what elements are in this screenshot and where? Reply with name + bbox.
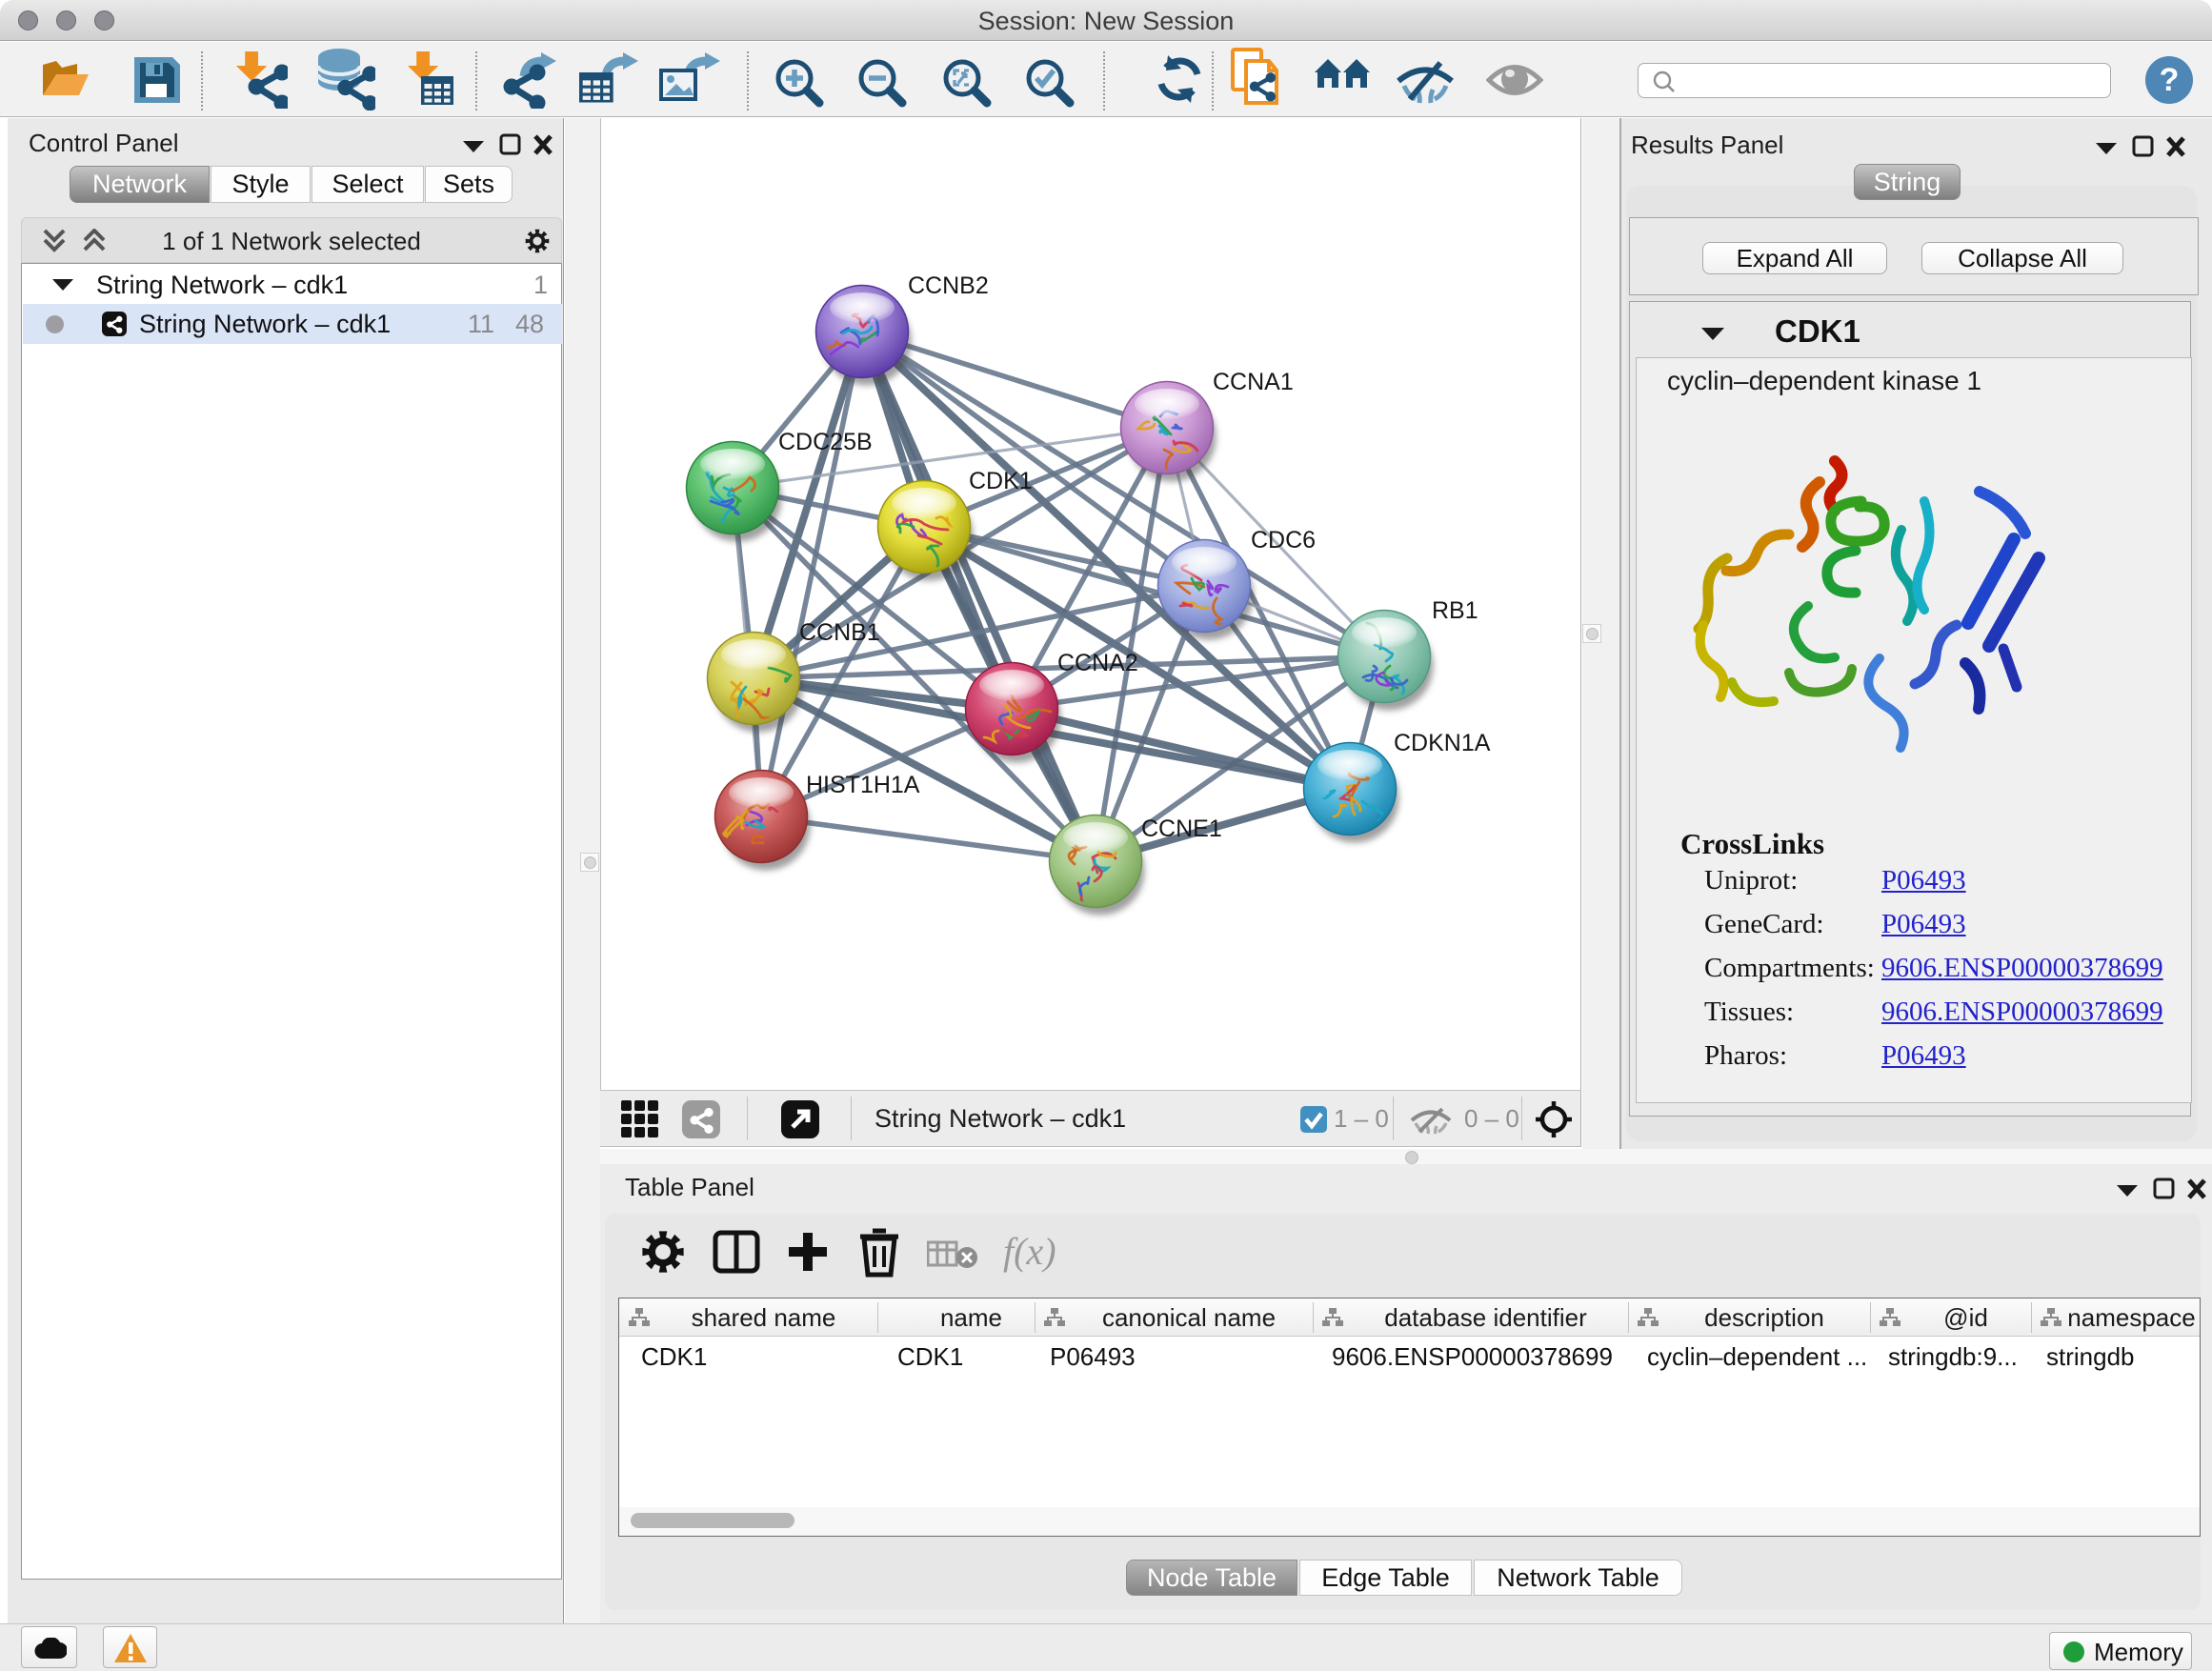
svg-text:CCNA1: CCNA1 [1213,369,1294,395]
svg-text:CDKN1A: CDKN1A [1394,730,1491,756]
svg-text:CCNB1: CCNB1 [799,619,880,646]
svg-text:CCNA2: CCNA2 [1057,650,1138,676]
svg-text:CDC6: CDC6 [1251,527,1316,554]
svg-text:RB1: RB1 [1432,597,1478,624]
svg-text:HIST1H1A: HIST1H1A [806,772,920,798]
svg-text:CCNB2: CCNB2 [908,272,989,299]
svg-text:CDK1: CDK1 [969,468,1033,494]
svg-text:?: ? [2160,62,2180,98]
svg-text:CDC25B: CDC25B [778,429,873,455]
svg-text:CCNE1: CCNE1 [1141,815,1222,842]
